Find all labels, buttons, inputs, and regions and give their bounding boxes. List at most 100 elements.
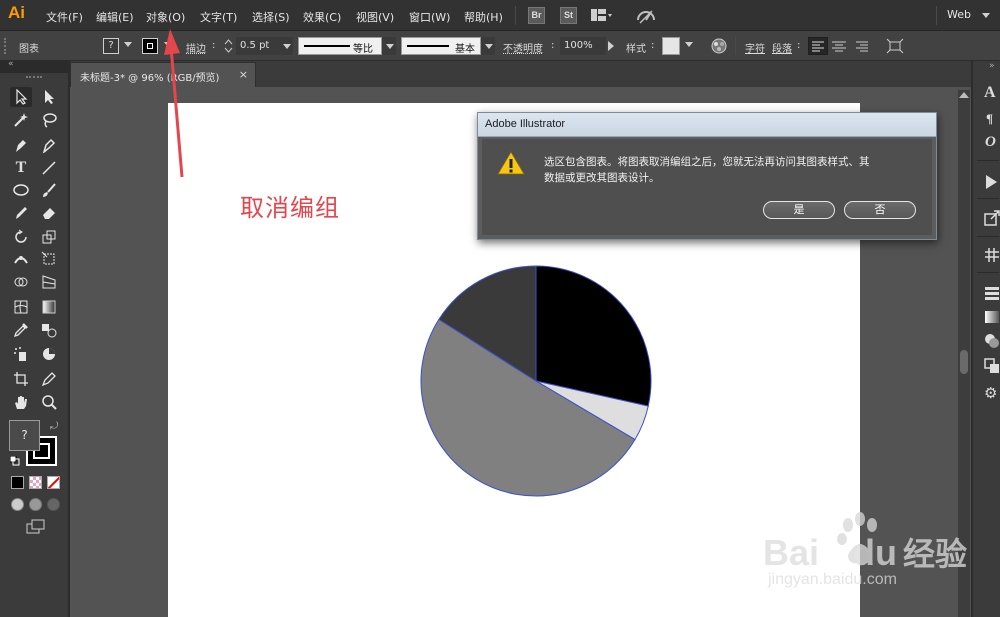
export-panel-icon[interactable] xyxy=(984,210,1000,229)
bridge-button[interactable]: Br xyxy=(528,7,545,24)
symbol-sprayer-tool-icon[interactable] xyxy=(10,344,32,364)
menu-view[interactable]: 视图(V) xyxy=(356,9,394,25)
rotate-tool-icon[interactable] xyxy=(10,227,32,247)
settings-gear-icon[interactable]: ⚙ xyxy=(984,384,997,402)
default-fill-stroke-icon[interactable] xyxy=(9,455,20,469)
screen-mode-icon[interactable] xyxy=(26,519,46,538)
gpu-performance-icon[interactable] xyxy=(636,7,656,28)
paragraph-panel-link[interactable]: 段落 xyxy=(772,40,792,55)
pie-graph-tool-icon[interactable] xyxy=(38,344,60,364)
stock-button[interactable]: St xyxy=(560,7,577,24)
curvature-tool-icon[interactable] xyxy=(38,135,60,155)
hand-tool-icon[interactable] xyxy=(10,392,32,412)
align-center-icon[interactable] xyxy=(830,38,848,57)
illustrator-window: Ai 文件(F) 编辑(E) 对象(O) 文字(T) 选择(S) 效果(C) 视… xyxy=(0,0,1000,617)
no-button[interactable]: 否 xyxy=(844,201,916,219)
menu-edit[interactable]: 编辑(E) xyxy=(96,9,134,25)
opacity-label[interactable]: 不透明度 xyxy=(503,40,543,55)
pencil-tool-icon[interactable] xyxy=(10,203,32,223)
dialog-message: 选区包含图表。将图表取消编组之后，您就无法再访问其图表样式、其 数据或更改其图表… xyxy=(544,154,924,186)
transform-icon[interactable] xyxy=(886,38,904,57)
pen-tool-icon[interactable] xyxy=(10,135,32,155)
scrollbar-thumb[interactable] xyxy=(960,350,968,374)
scale-tool-icon[interactable] xyxy=(38,227,60,247)
yes-button[interactable]: 是 xyxy=(763,201,835,219)
menu-window[interactable]: 窗口(W) xyxy=(409,9,450,25)
stroke-weight-field[interactable]: 0.5 pt xyxy=(236,37,280,55)
menu-effect[interactable]: 效果(C) xyxy=(303,9,341,25)
direct-selection-tool-icon[interactable] xyxy=(38,87,60,107)
links-panel-icon[interactable] xyxy=(984,358,1000,377)
eraser-tool-icon[interactable] xyxy=(38,203,60,223)
pie-chart[interactable] xyxy=(416,262,656,500)
artboard-tool-icon[interactable] xyxy=(10,369,32,389)
stroke-swatch[interactable] xyxy=(142,38,158,54)
align-left-button[interactable] xyxy=(808,37,828,55)
graphic-style-swatch[interactable] xyxy=(662,37,680,55)
gradient-panel-icon[interactable] xyxy=(984,310,1000,327)
character-panel-icon[interactable]: A xyxy=(984,84,996,102)
blend-tool-icon[interactable] xyxy=(38,320,60,340)
mesh-tool-icon[interactable] xyxy=(10,297,32,317)
opacity-field[interactable]: 100% xyxy=(560,37,606,55)
workspace-switcher[interactable]: Web xyxy=(947,8,971,21)
stroke-weight-chevron-icon xyxy=(283,44,291,49)
collapse-panel-icon[interactable]: « xyxy=(8,59,14,69)
recolor-artwork-icon[interactable] xyxy=(711,38,727,57)
arrange-documents-icon[interactable] xyxy=(591,9,613,26)
draw-normal-icon[interactable] xyxy=(11,498,24,511)
menu-type[interactable]: 文字(T) xyxy=(200,9,237,25)
free-transform-tool-icon[interactable] xyxy=(38,249,60,269)
shape-builder-tool-icon[interactable] xyxy=(10,272,32,292)
character-panel-link[interactable]: 字符 xyxy=(745,40,765,55)
align-right-icon[interactable] xyxy=(853,38,871,57)
ellipse-tool-icon[interactable] xyxy=(10,180,32,200)
swap-fill-stroke-icon[interactable]: ⤾ xyxy=(50,421,58,432)
tools-panel-header[interactable]: « xyxy=(0,59,68,73)
paintbrush-tool-icon[interactable] xyxy=(38,180,60,200)
menu-file[interactable]: 文件(F) xyxy=(46,9,83,25)
zoom-tool-icon[interactable] xyxy=(38,392,60,412)
scroll-up-icon[interactable] xyxy=(959,92,969,98)
fill-swatch[interactable]: ? xyxy=(103,38,119,54)
layers-panel-icon[interactable] xyxy=(984,286,1000,303)
workspace-chevron-icon[interactable] xyxy=(982,13,990,18)
actions-panel-icon[interactable] xyxy=(986,175,997,189)
brush-definition[interactable]: 基本 xyxy=(401,37,481,55)
perspective-grid-tool-icon[interactable] xyxy=(38,272,60,292)
brush-dropdown[interactable] xyxy=(481,37,495,55)
menu-object[interactable]: 对象(O) xyxy=(146,9,185,25)
lasso-tool-icon[interactable] xyxy=(38,110,60,130)
paragraph-panel-icon[interactable]: ¶ xyxy=(986,111,993,127)
gradient-mode-icon[interactable] xyxy=(29,476,42,489)
color-mode-icon[interactable] xyxy=(11,476,24,489)
fill-chevron-icon[interactable] xyxy=(124,42,132,47)
menu-select[interactable]: 选择(S) xyxy=(252,9,290,25)
variable-width-profile[interactable]: 等比 xyxy=(298,37,382,55)
selection-tool-icon[interactable] xyxy=(10,87,32,107)
slice-tool-icon[interactable] xyxy=(38,369,60,389)
draw-inside-icon[interactable] xyxy=(47,498,60,511)
eyedropper-tool-icon[interactable] xyxy=(10,320,32,340)
control-bar: 图表 ? 描边 : 0.5 pt 等比 基本 不透明度: 100% 样式: … xyxy=(0,31,1000,61)
opentype-panel-icon[interactable]: O xyxy=(985,134,996,151)
width-tool-icon[interactable] xyxy=(10,249,32,269)
opacity-flyout-icon[interactable] xyxy=(608,41,614,51)
none-mode-icon[interactable] xyxy=(47,476,60,489)
stroke-weight-dropdown[interactable] xyxy=(279,37,293,55)
menu-help[interactable]: 帮助(H) xyxy=(464,9,503,25)
line-segment-tool-icon[interactable] xyxy=(38,158,60,178)
profile-dropdown[interactable] xyxy=(382,37,396,55)
grid-panel-icon[interactable] xyxy=(984,247,1000,266)
expand-dock-icon[interactable]: » xyxy=(989,61,995,71)
close-tab-icon[interactable]: × xyxy=(239,68,248,81)
gradient-tool-icon[interactable] xyxy=(38,297,60,317)
draw-behind-icon[interactable] xyxy=(29,498,42,511)
appearance-panel-icon[interactable] xyxy=(984,333,1000,352)
style-chevron-icon[interactable] xyxy=(685,42,693,47)
fill-color-box[interactable]: ? xyxy=(9,420,40,451)
magic-wand-tool-icon[interactable] xyxy=(10,110,32,130)
type-tool-icon[interactable]: T xyxy=(10,158,32,178)
menu-separator xyxy=(936,6,937,25)
stroke-stepper-icon[interactable] xyxy=(224,38,233,57)
